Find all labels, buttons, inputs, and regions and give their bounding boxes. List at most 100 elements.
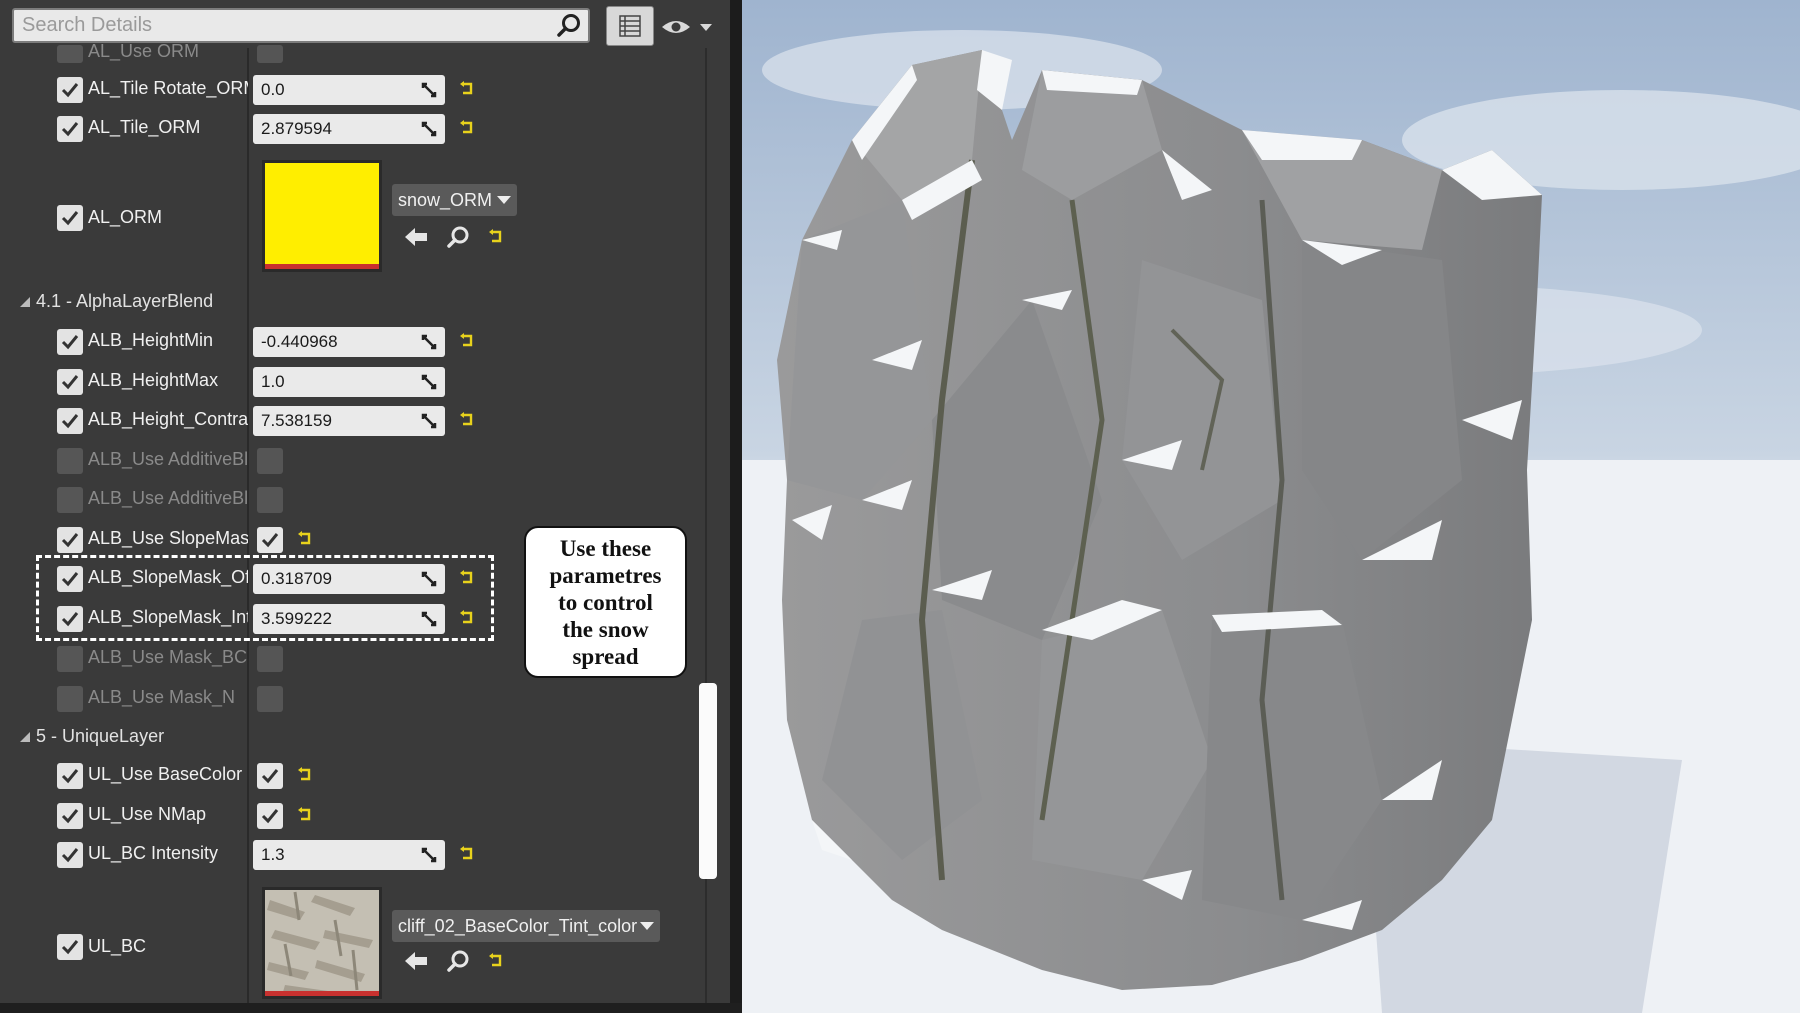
number-field[interactable]: -0.440968 (253, 327, 445, 357)
number-value: -0.440968 (261, 332, 338, 351)
property-checkbox[interactable] (57, 408, 83, 434)
check-icon (61, 335, 79, 350)
reset-to-default-icon[interactable] (296, 806, 314, 824)
property-label: ALB_HeightMin (88, 330, 214, 350)
number-field[interactable]: 7.538159 (253, 406, 445, 436)
reset-to-default-icon[interactable] (487, 952, 505, 970)
property-checkbox[interactable] (57, 934, 83, 960)
texture-thumbnail-bar (265, 264, 379, 269)
property-checkbox[interactable] (57, 77, 83, 103)
property-row: ALB_Height_Contrast 7.538159 (0, 402, 700, 440)
category-label: 5 - UniqueLayer (36, 726, 165, 746)
property-row: ALB_Use AdditiveBlend (0, 442, 700, 480)
property-checkbox[interactable] (57, 527, 83, 553)
asset-picker-dropdown[interactable]: cliff_02_BaseColor_Tint_color (392, 910, 660, 942)
reset-to-default-icon[interactable] (458, 845, 476, 863)
value-checkbox[interactable] (257, 803, 283, 829)
viewport[interactable] (742, 0, 1800, 1013)
check-icon (261, 533, 279, 548)
property-checkbox[interactable] (57, 487, 83, 513)
value-checkbox[interactable] (257, 487, 283, 513)
property-checkbox[interactable] (57, 329, 83, 355)
chevron-down-icon (640, 922, 654, 930)
value-checkbox[interactable] (257, 686, 283, 712)
property-label: AL_ORM (88, 207, 163, 227)
browse-search-icon[interactable] (446, 224, 472, 250)
reset-to-default-icon[interactable] (458, 119, 476, 137)
reset-to-default-icon[interactable] (487, 228, 505, 246)
asset-picker-dropdown[interactable]: snow_ORM (392, 184, 517, 216)
check-icon (61, 848, 79, 863)
reset-to-default-icon[interactable] (458, 80, 476, 98)
scrollbar-thumb[interactable] (699, 683, 717, 879)
drag-spin-icon[interactable] (419, 119, 439, 139)
drag-spin-icon[interactable] (419, 80, 439, 100)
callout-text: Use these parametres to control the snow… (549, 535, 662, 669)
property-checkbox[interactable] (57, 448, 83, 474)
property-checkbox[interactable] (57, 205, 83, 231)
property-row: AL_Tile Rotate_ORM 0.0 (0, 71, 700, 109)
collapse-triangle-icon[interactable] (18, 730, 32, 744)
property-checkbox[interactable] (57, 803, 83, 829)
number-value: 2.879594 (261, 119, 332, 138)
reset-to-default-icon[interactable] (296, 530, 314, 548)
details-panel: AL_Use ORM AL_Tile Rotate_ORM 0.0 AL_Til… (0, 0, 742, 1013)
property-checkbox[interactable] (57, 646, 83, 672)
viewport-render (742, 0, 1800, 1013)
texture-property-row: UL_BC cliff_02_BaseColor_Tint_color (0, 882, 700, 1004)
reset-to-default-icon[interactable] (458, 332, 476, 350)
reset-to-default-icon[interactable] (296, 766, 314, 784)
panel-border (0, 1003, 742, 1013)
property-checkbox[interactable] (57, 686, 83, 712)
property-label: UL_BC (88, 936, 147, 956)
property-label: ALB_Use Mask_N (88, 687, 236, 707)
category-label: 4.1 - AlphaLayerBlend (36, 291, 214, 311)
value-checkbox[interactable] (257, 646, 283, 672)
number-field[interactable]: 0.0 (253, 75, 445, 105)
property-label: AL_Tile_ORM (88, 117, 201, 137)
drag-spin-icon[interactable] (419, 332, 439, 352)
check-icon (61, 83, 79, 98)
property-label: AL_Tile Rotate_ORM (88, 78, 248, 98)
panel-border (730, 0, 742, 1013)
property-label: UL_Use NMap (88, 804, 207, 824)
browse-search-icon[interactable] (446, 948, 472, 974)
reset-to-default-icon[interactable] (458, 411, 476, 429)
number-field[interactable]: 1.0 (253, 367, 445, 397)
number-field[interactable]: 1.3 (253, 840, 445, 870)
value-checkbox[interactable] (257, 45, 283, 63)
property-label: ALB_Height_Contrast (88, 409, 248, 429)
check-icon (61, 375, 79, 390)
drag-spin-icon[interactable] (419, 411, 439, 431)
drag-spin-icon[interactable] (419, 845, 439, 865)
property-checkbox[interactable] (57, 116, 83, 142)
use-selected-arrow-icon[interactable] (403, 948, 429, 974)
value-checkbox[interactable] (257, 527, 283, 553)
property-row: AL_Tile_ORM 2.879594 (0, 110, 700, 148)
drag-spin-icon[interactable] (419, 372, 439, 392)
texture-thumbnail[interactable] (262, 160, 382, 272)
property-label: ALB_Use AdditiveBlend (88, 488, 248, 508)
property-checkbox[interactable] (57, 842, 83, 868)
property-row: ALB_Use AdditiveBlend (0, 481, 700, 519)
property-label: ALB_Use AdditiveBlend (88, 449, 248, 469)
use-selected-arrow-icon[interactable] (403, 224, 429, 250)
category-header-unique-layer[interactable]: 5 - UniqueLayer (14, 722, 414, 752)
asset-name: snow_ORM (398, 190, 493, 210)
value-checkbox[interactable] (257, 448, 283, 474)
check-icon (61, 122, 79, 137)
property-checkbox[interactable] (57, 45, 83, 63)
property-label: AL_Use ORM (88, 41, 200, 61)
category-header-alpha-layer-blend[interactable]: 4.1 - AlphaLayerBlend (14, 287, 414, 317)
collapse-triangle-icon[interactable] (18, 295, 32, 309)
property-checkbox[interactable] (57, 763, 83, 789)
number-field[interactable]: 2.879594 (253, 114, 445, 144)
texture-thumbnail[interactable] (262, 887, 382, 999)
check-icon (61, 809, 79, 824)
property-checkbox[interactable] (57, 369, 83, 395)
chevron-down-icon (497, 196, 511, 204)
value-checkbox[interactable] (257, 763, 283, 789)
rock-texture-preview (265, 890, 379, 996)
check-icon (61, 940, 79, 955)
check-icon (61, 211, 79, 226)
